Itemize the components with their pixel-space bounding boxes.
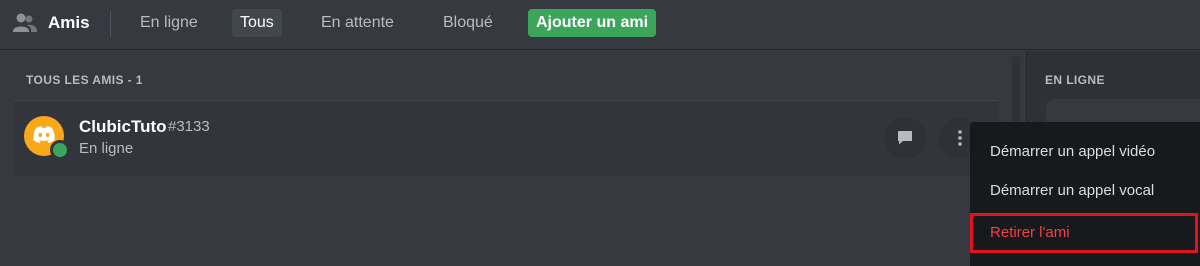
active-now-header: EN LIGNE bbox=[1045, 73, 1105, 87]
menu-item-voice-call[interactable]: Démarrer un appel vocal bbox=[990, 182, 1154, 199]
tab-blocked[interactable]: Bloqué bbox=[435, 9, 501, 37]
highlight-box bbox=[970, 213, 1198, 253]
page-title: Amis bbox=[48, 13, 90, 32]
friends-icon bbox=[12, 12, 38, 34]
online-status-icon bbox=[50, 140, 70, 160]
tab-online[interactable]: En ligne bbox=[132, 9, 206, 37]
friends-header: Amis En ligne Tous En attente Bloqué Ajo… bbox=[0, 0, 1200, 50]
friend-status: En ligne bbox=[79, 140, 134, 157]
tab-pending[interactable]: En attente bbox=[313, 9, 402, 37]
message-icon bbox=[898, 131, 912, 145]
friend-username: ClubicTuto bbox=[79, 117, 167, 136]
add-friend-button[interactable]: Ajouter un ami bbox=[528, 9, 657, 37]
message-button[interactable] bbox=[884, 117, 926, 159]
more-vertical-icon bbox=[958, 130, 962, 146]
friend-tag: #3133 bbox=[168, 118, 210, 135]
friend-row[interactable] bbox=[14, 100, 998, 176]
menu-item-video-call[interactable]: Démarrer un appel vidéo bbox=[990, 143, 1155, 160]
tab-all[interactable]: Tous bbox=[232, 9, 282, 37]
friends-section-header: TOUS LES AMIS - 1 bbox=[26, 73, 143, 87]
header-divider bbox=[110, 11, 111, 37]
